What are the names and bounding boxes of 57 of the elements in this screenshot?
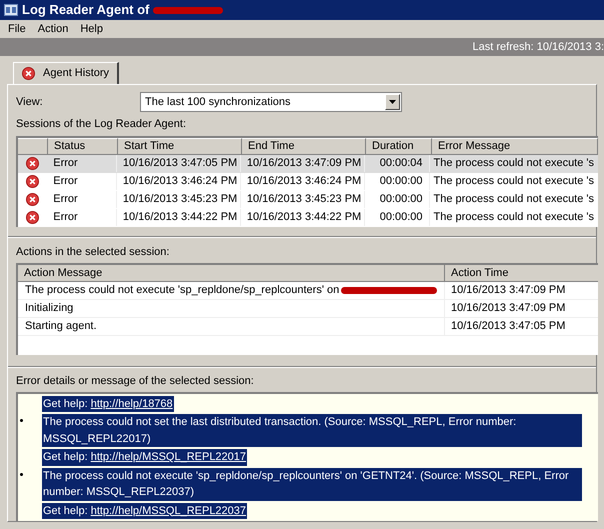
actions-label: Actions in the selected session: xyxy=(16,244,170,260)
tab[interactable]: Agent History xyxy=(13,62,120,84)
menu-item[interactable]: File xyxy=(8,20,26,38)
table-cell-text: Error xyxy=(52,174,79,190)
error-icon xyxy=(26,157,40,170)
table-cell: 10/16/2013 3:46:24 PM xyxy=(240,173,364,190)
table-cell: The process could not execute 's xyxy=(428,155,598,172)
menu-item[interactable]: Help xyxy=(80,20,103,38)
column-header[interactable]: Start Time xyxy=(118,138,242,154)
error-icon xyxy=(26,193,40,206)
error-message: The process could not set the last distributed transaction. (Source: MSSQL_REPL, Error number: MSSQL_REPL22017) xyxy=(42,414,582,447)
window-title: Log Reader Agent of xyxy=(22,1,150,20)
table-cell: 00:00:00 xyxy=(364,191,429,208)
table-cell-text: Initializing xyxy=(25,301,74,316)
table-cell-text: 10/16/2013 3:47:09 PM xyxy=(450,301,566,316)
column-header[interactable]: Action Time xyxy=(445,265,598,282)
details-label: Error details or message of the selected session: xyxy=(16,374,255,389)
error-icon xyxy=(26,211,40,224)
table-cell-text: Error xyxy=(52,156,79,172)
table-cell: 10/16/2013 3:47:05 PM xyxy=(116,155,240,172)
table-cell-text: 10/16/2013 3:47:05 PM xyxy=(450,319,566,334)
app-icon xyxy=(4,4,18,16)
view-dropdown[interactable]: The last 100 synchronizations xyxy=(140,92,402,112)
menu-item[interactable]: Action xyxy=(38,20,68,38)
table-cell: The process could not execute 's xyxy=(428,173,598,190)
column-header[interactable]: Error Message xyxy=(432,138,598,154)
help-link[interactable]: http://help/MSSQL_REPL22017 xyxy=(90,451,246,463)
table-cell: The process could not execute 's xyxy=(428,209,598,226)
error-icon xyxy=(26,175,40,188)
error-message: The process could not execute 'sp_repldone/sp_replcounters' on 'GETNT24'. (Source: MSSQL_REPL, Error number: MSSQL_REPL22037) xyxy=(42,468,582,500)
help-link[interactable]: http://help/18768 xyxy=(90,398,173,410)
table-cell: The process could not execute 's xyxy=(428,191,598,208)
table-cell: 10/16/2013 3:45:23 PM xyxy=(240,191,364,208)
table-cell-text: Error xyxy=(52,192,79,208)
table-cell-text: Starting agent. xyxy=(25,319,97,334)
view-label: View: xyxy=(16,94,44,110)
table-cell: 10/16/2013 3:45:23 PM xyxy=(116,191,240,208)
session-row[interactable]: Error 10/16/2013 3:47:05 PM 10/16/2013 3:47:09 PM 00:00:04 The process could not execute 's xyxy=(18,154,598,172)
table-cell-text: 10/16/2013 3:47:09 PM xyxy=(450,283,566,298)
table-cell: 00:00:04 xyxy=(364,155,429,172)
table-cell: 10/16/2013 3:46:24 PM xyxy=(116,173,240,190)
refresh-text: Last refresh: 10/16/2013 3: xyxy=(472,40,604,55)
help-link[interactable]: http://help/MSSQL_REPL22037 xyxy=(90,504,246,516)
bullet-icon xyxy=(20,472,23,476)
table-cell: 10/16/2013 3:47:09 PM xyxy=(240,155,364,172)
bullet-icon xyxy=(20,419,23,422)
column-header[interactable]: End Time xyxy=(242,138,366,154)
table-cell-text: The process could not execute 'sp_repldone/sp_replcounters' on xyxy=(25,283,340,298)
table-cell-text: Error xyxy=(52,210,79,226)
session-row[interactable]: Error 10/16/2013 3:46:24 PM 10/16/2013 3:46:24 PM 00:00:00 The process could not execute 's xyxy=(18,172,598,190)
sessions-label: Sessions of the Log Reader Agent: xyxy=(16,117,188,132)
table-cell: 10/16/2013 3:44:22 PM xyxy=(116,209,240,226)
column-header[interactable]: Action Message xyxy=(18,265,445,282)
table-cell: 00:00:00 xyxy=(364,173,429,190)
table-cell: 10/16/2013 3:44:22 PM xyxy=(240,209,364,226)
error-icon xyxy=(22,67,35,80)
table-cell: 00:00:00 xyxy=(364,209,429,226)
